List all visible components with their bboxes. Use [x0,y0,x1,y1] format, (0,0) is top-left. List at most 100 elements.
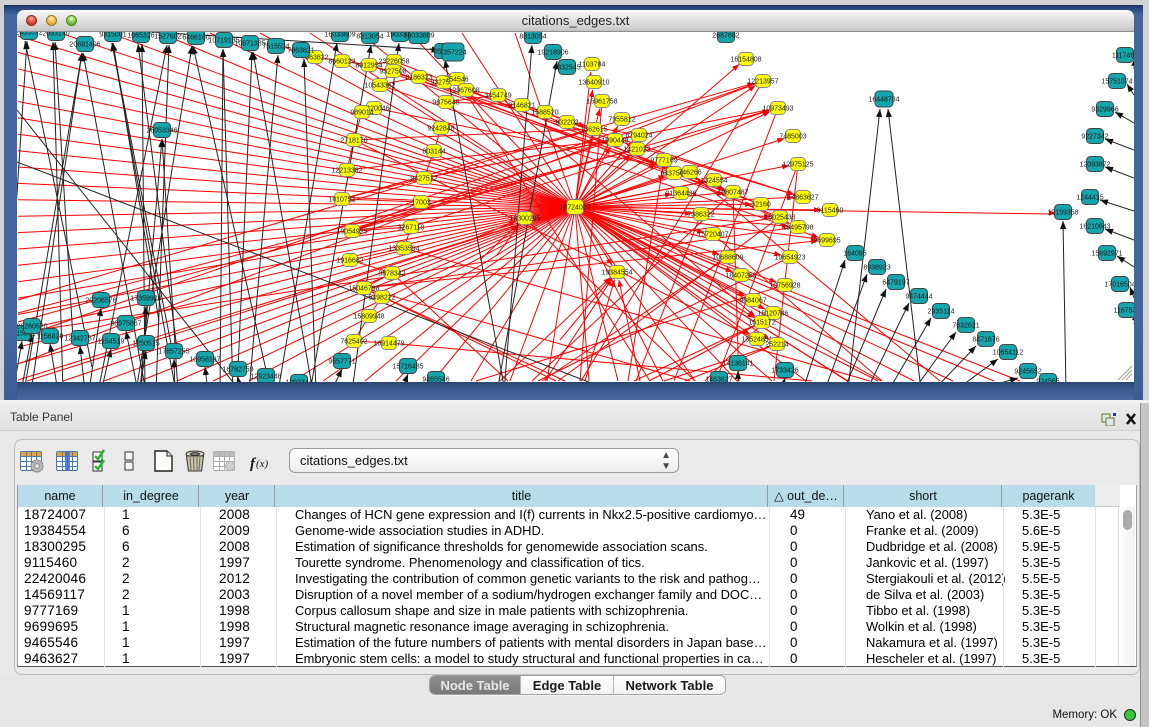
svg-text:10807487: 10807487 [717,190,748,197]
svg-text:10756928: 10756928 [769,283,800,290]
svg-text:2687682: 2687682 [712,33,739,40]
svg-text:19654923: 19654923 [774,255,805,262]
svg-text:10671385: 10671385 [234,41,265,48]
svg-text:7485003: 7485003 [779,134,806,141]
svg-text:164095: 164095 [843,251,866,258]
svg-text:7357224: 7357224 [439,50,466,57]
svg-text:746266: 746266 [678,170,701,177]
svg-text:13353594: 13353594 [388,246,419,253]
svg-text:6479197: 6479197 [882,280,909,287]
svg-text:16033809: 16033809 [403,33,434,40]
svg-text:16914479: 16914479 [373,341,404,348]
svg-text:16154808: 16154808 [730,57,761,64]
svg-text:17003: 17003 [411,200,431,207]
svg-text:12093872: 12093872 [1079,162,1110,169]
svg-text:9875645: 9875645 [432,100,459,107]
svg-text:9657771: 9657771 [328,359,355,366]
svg-text:1733426: 1733426 [771,368,798,375]
svg-text:3267110: 3267110 [398,225,425,232]
svg-text:1421022: 1421022 [623,147,650,154]
svg-text:26053346: 26053346 [146,128,177,135]
svg-text:1117465: 1117465 [1112,53,1134,60]
svg-text:3454749: 3454749 [484,93,511,100]
svg-text:7386322: 7386322 [687,212,714,219]
svg-text:1362615: 1362615 [580,127,607,134]
svg-text:1024554: 1024554 [700,178,727,185]
svg-text:14863627: 14863627 [787,195,818,202]
svg-text:18300295: 18300295 [509,216,540,223]
svg-text:989014: 989014 [350,110,373,117]
svg-text:18407269: 18407269 [725,273,756,280]
svg-text:2967608: 2967608 [452,88,479,95]
svg-text:10025438: 10025438 [764,215,795,222]
svg-text:9242848: 9242848 [427,126,454,133]
svg-text:8878342: 8878342 [378,271,405,278]
svg-text:9474444: 9474444 [905,294,932,301]
svg-text:15046798: 15046798 [348,286,379,293]
svg-text:2718170: 2718170 [340,138,367,145]
svg-text:8660123: 8660123 [328,59,355,66]
svg-text:15692971: 15692971 [1091,251,1122,258]
svg-text:252214: 252214 [765,342,788,349]
svg-text:21364436: 21364436 [665,191,696,198]
svg-text:19218906: 19218906 [537,50,568,57]
svg-text:17857255: 17857255 [158,349,189,356]
svg-text:9245652: 9245652 [1014,369,1041,376]
svg-text:13640910: 13640910 [578,80,609,87]
svg-text:7632621: 7632621 [952,323,979,330]
svg-text:12923448: 12923448 [250,374,281,381]
svg-text:9227342: 9227342 [1081,134,1108,141]
svg-text:9699695: 9699695 [813,238,840,245]
svg-text:6466160: 6466160 [182,35,209,42]
svg-text:9427512: 9427512 [410,176,437,183]
svg-text:10654112: 10654112 [993,350,1024,357]
svg-text:2935114: 2935114 [928,309,955,316]
svg-text:10973493: 10973493 [762,106,793,113]
svg-text:803144: 803144 [422,149,445,156]
svg-text:1527602: 1527602 [154,34,181,41]
svg-text:5498222: 5498222 [368,295,395,302]
svg-text:8186323: 8186323 [405,75,432,82]
svg-text:15809948: 15809948 [353,314,384,321]
svg-text:9329966: 9329966 [1091,107,1118,114]
svg-text:15751074: 15751074 [1101,79,1132,86]
svg-text:62160: 62160 [751,202,771,209]
svg-text:(x): (x) [256,458,269,470]
svg-text:16448784: 16448784 [868,97,899,104]
svg-text:17359924: 17359924 [130,296,161,303]
svg-text:7515524: 7515524 [262,44,289,51]
svg-text:1065326: 1065326 [127,33,154,40]
svg-text:2405572: 2405572 [17,32,43,37]
svg-text:19054925: 19054925 [336,229,367,236]
svg-text:832203: 832203 [555,120,578,127]
svg-text:16961758: 16961758 [586,99,617,106]
svg-text:8813054: 8813054 [356,34,383,41]
svg-text:2093140: 2093140 [42,32,69,38]
svg-text:9315001: 9315001 [99,32,126,39]
svg-text:8471676: 8471676 [972,337,999,344]
svg-text:10958187: 10958187 [189,357,220,364]
svg-text:754546: 754546 [445,77,468,84]
svg-text:18495798: 18495798 [782,225,813,232]
svg-text:16782759: 16782759 [222,367,253,374]
svg-text:1810752: 1810752 [328,197,355,204]
svg-text:1156829: 1156829 [37,334,64,341]
svg-text:15720407: 15720407 [697,232,728,239]
svg-text:7625402: 7625402 [340,339,367,346]
svg-text:16210643: 16210643 [1079,224,1110,231]
svg-text:8813054: 8813054 [519,34,546,41]
svg-text:10688609: 10688609 [712,255,743,262]
svg-text:1154519: 1154519 [98,339,125,346]
svg-text:1615172: 1615172 [748,320,775,327]
svg-text:1103784: 1103784 [579,62,606,69]
svg-text:12213382: 12213382 [331,168,362,175]
svg-text:12213957: 12213957 [747,79,778,86]
svg-text:17016504: 17016504 [1104,282,1134,289]
svg-text:90975867: 90975867 [110,321,141,328]
svg-text:1250515: 1250515 [132,341,159,348]
svg-text:12342757: 12342757 [64,336,95,343]
svg-text:8938923: 8938923 [863,265,890,272]
svg-text:1588520: 1588520 [531,110,558,117]
svg-text:16033809: 16033809 [324,32,355,39]
svg-text:1244415: 1244415 [1076,195,1103,202]
